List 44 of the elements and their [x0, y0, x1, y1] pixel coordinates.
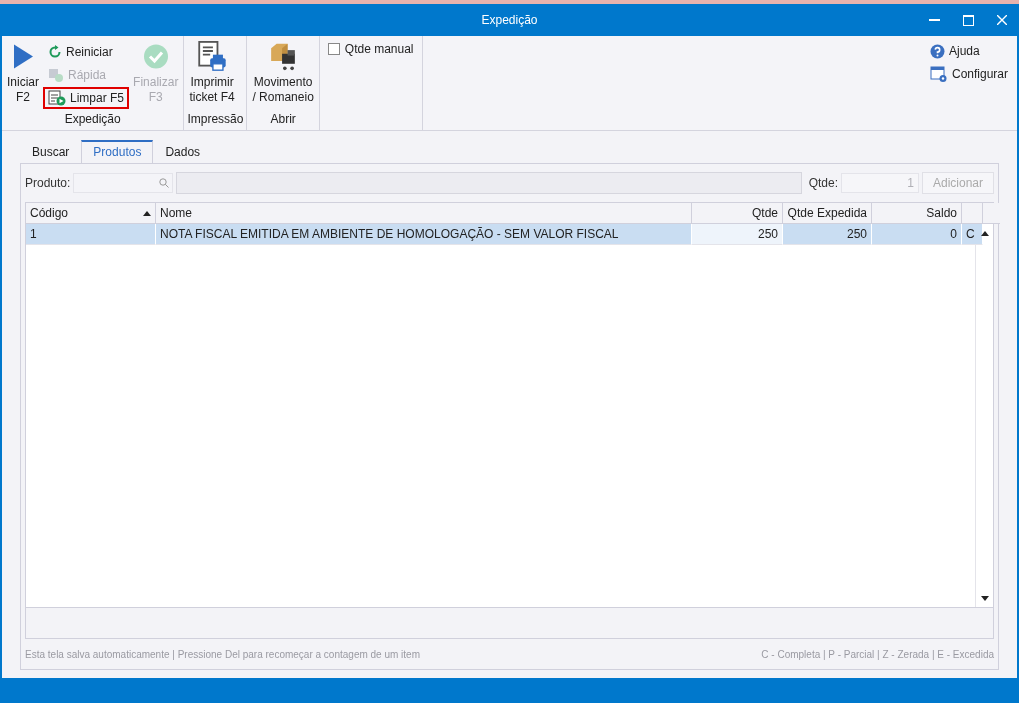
column-header[interactable]: Saldo [872, 203, 962, 224]
window-title: Expedição [481, 13, 538, 27]
table-cell: 1 [26, 224, 156, 245]
group-label: Impressão [187, 111, 244, 128]
cube-check-icon [48, 68, 64, 82]
maximize-icon[interactable] [962, 14, 974, 26]
table-cell: 0 [872, 224, 962, 245]
field-label: Qtde: [808, 176, 838, 190]
table-cell: NOTA FISCAL EMITIDA EM AMBIENTE DE HOMOLOGAÇÃO - SEM VALOR FISCAL [156, 224, 692, 245]
help-icon [929, 43, 945, 59]
column-header[interactable]: Qtde Expedida [783, 203, 872, 224]
status-text: Esta tela salva automaticamente | Pressione Del para recomeçar a contagem de um item [25, 648, 420, 660]
field-label: Produto: [25, 176, 71, 190]
refresh-icon [48, 45, 62, 59]
group-label: Abrir [269, 111, 297, 128]
table-cell: 250 [692, 224, 783, 245]
tab[interactable]: Dados [153, 141, 213, 164]
ribbon-button[interactable]: Ajuda [924, 40, 985, 62]
ribbon-button[interactable]: Reiniciar [43, 41, 130, 63]
ribbon-button[interactable]: Imprimir ticket F4 [187, 40, 237, 106]
printer-icon [196, 41, 229, 72]
checkbox[interactable]: Qtde manual [327, 42, 414, 56]
table-cell: C [962, 224, 983, 245]
legend-text: C - Completa | P - Parcial | Z - Zerada | E - Excedida [761, 648, 994, 660]
ribbon-button[interactable]: Iniciar F2 [5, 40, 41, 106]
table-cell: 250 [783, 224, 872, 245]
ribbon-button[interactable]: Limpar F5 [43, 87, 130, 109]
sort-ascending-icon [143, 210, 151, 216]
tab[interactable]: Produtos [81, 140, 154, 164]
scroll-up-icon[interactable] [980, 231, 989, 236]
window-gear-icon [929, 65, 948, 83]
ribbon-button[interactable]: Movimento / Romaneio [250, 40, 316, 106]
column-header[interactable]: Nome [156, 203, 692, 224]
tab[interactable]: Buscar [20, 141, 82, 164]
close-icon[interactable] [997, 15, 1007, 25]
minimize-icon[interactable] [928, 19, 940, 21]
search-icon [159, 178, 170, 188]
product-field[interactable] [73, 173, 174, 193]
scroll-down-icon[interactable] [980, 596, 989, 601]
group-label: Expedição [63, 111, 122, 128]
document-play-icon [48, 90, 66, 106]
column-header[interactable]: Código [26, 203, 156, 224]
ribbon-button[interactable]: Configurar [924, 63, 1013, 85]
column-header[interactable]: Qtde [692, 203, 783, 224]
